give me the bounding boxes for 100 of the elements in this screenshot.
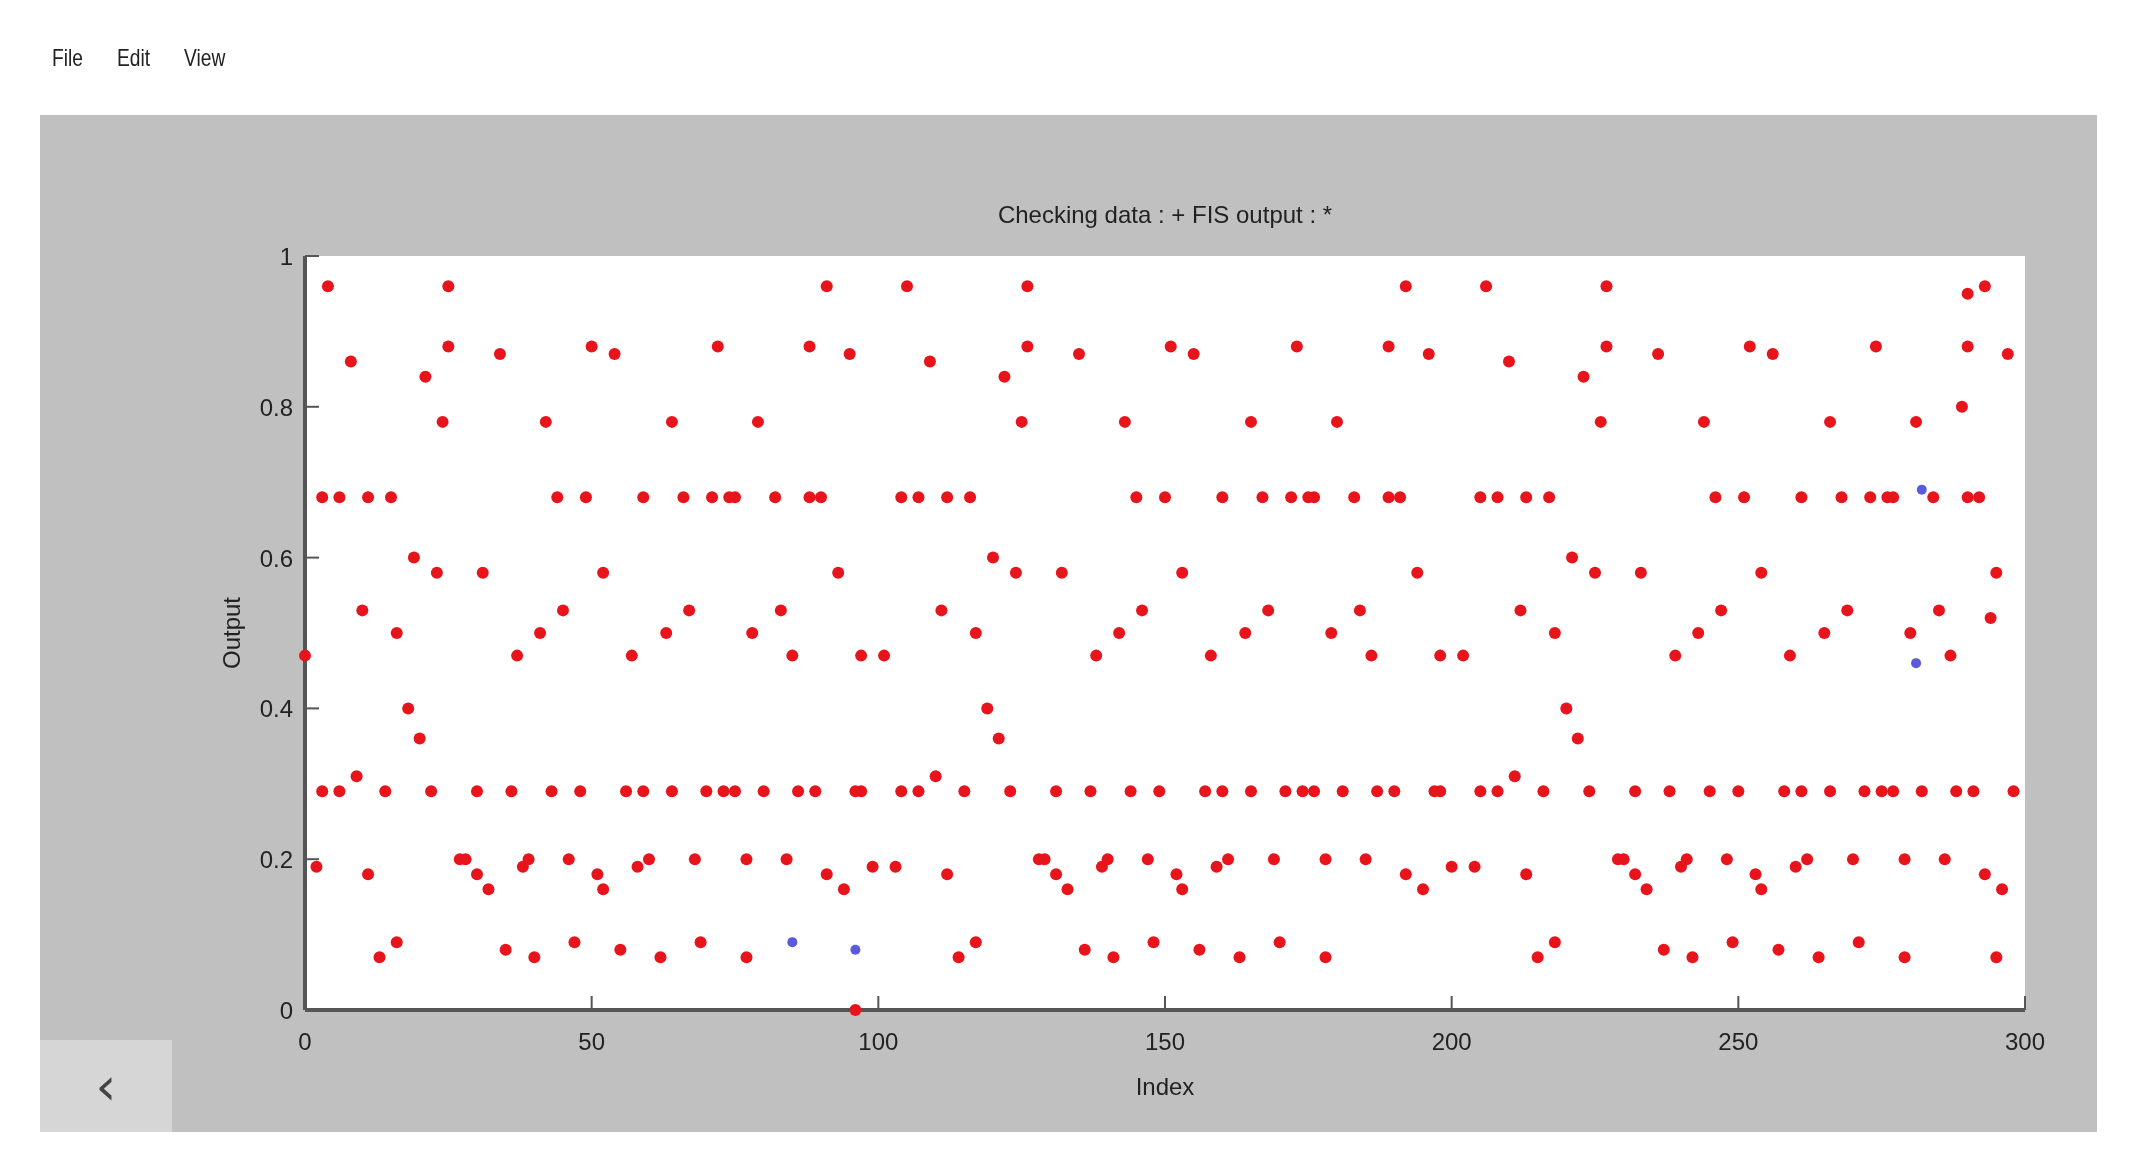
data-point [459, 853, 472, 866]
data-point [350, 770, 363, 783]
data-point [740, 951, 753, 964]
data-point [746, 627, 759, 639]
data-point [1933, 604, 1945, 617]
data-point [820, 868, 833, 881]
data-point [992, 732, 1005, 745]
data-point [1084, 785, 1097, 798]
data-point [1245, 415, 1257, 428]
data-point [493, 348, 506, 360]
data-point [471, 785, 483, 798]
data-point [751, 415, 764, 428]
data-point [786, 649, 799, 662]
data-point [1290, 340, 1303, 353]
data-point [1537, 785, 1550, 798]
data-point [2007, 785, 2020, 798]
data-point [1399, 280, 1412, 293]
data-point [1600, 280, 1613, 293]
data-point [413, 732, 426, 745]
data-point [1113, 627, 1126, 639]
data-point [1686, 951, 1699, 964]
data-point [1652, 348, 1665, 360]
data-point [1474, 785, 1487, 798]
data-point [379, 785, 392, 798]
data-point [654, 951, 667, 964]
data-point [299, 649, 311, 662]
data-point [1577, 370, 1590, 383]
data-point [1961, 340, 1974, 353]
data-point [1130, 491, 1143, 504]
back-button[interactable]: ‹ [40, 1040, 172, 1132]
data-point [1474, 491, 1487, 504]
data-point [557, 604, 569, 617]
data-point [1331, 415, 1343, 428]
data-point [476, 566, 489, 579]
data-point [1141, 853, 1154, 866]
data-point [568, 936, 581, 949]
data-point [1216, 491, 1229, 504]
data-point [1159, 491, 1171, 504]
data-point [551, 491, 564, 504]
data-point [912, 491, 925, 504]
menu-item[interactable]: File [52, 43, 83, 72]
data-point [1726, 936, 1739, 949]
data-point [1503, 355, 1515, 368]
data-point [1348, 491, 1361, 504]
data-point [1887, 491, 1900, 504]
data-point [1050, 785, 1063, 798]
data-point [1984, 611, 1997, 624]
data-point [1566, 551, 1579, 564]
data-point [1422, 348, 1435, 360]
data-point [1709, 491, 1722, 504]
data-point [1531, 951, 1544, 964]
data-point [1176, 883, 1189, 896]
data-point [1795, 491, 1808, 504]
data-point [585, 340, 598, 353]
data-point [1583, 785, 1596, 798]
data-point [998, 370, 1011, 383]
data-point [941, 868, 954, 881]
data-point [1789, 860, 1802, 873]
data-point [1600, 340, 1613, 353]
data-point [511, 649, 524, 662]
data-point [780, 853, 793, 866]
data-point [1910, 415, 1923, 428]
data-point [1199, 785, 1212, 798]
data-point [729, 785, 741, 798]
data-point [1009, 566, 1022, 579]
data-point [1916, 484, 1927, 495]
data-point [1468, 860, 1481, 873]
data-point [849, 1004, 862, 1016]
data-point [637, 785, 650, 798]
data-point [1520, 491, 1533, 504]
data-point [1680, 853, 1693, 866]
data-point [614, 943, 627, 956]
data-point [1749, 868, 1762, 881]
menu-item[interactable]: Edit [116, 43, 150, 72]
tick-label: 0 [298, 1028, 312, 1055]
data-point [1852, 936, 1865, 949]
data-point [912, 785, 925, 798]
data-point [1262, 604, 1275, 617]
data-point [1772, 943, 1785, 956]
data-point [1548, 936, 1561, 949]
data-point [694, 936, 707, 949]
data-point [1308, 491, 1321, 504]
data-point [1978, 280, 1991, 293]
data-point [1061, 883, 1074, 896]
data-point [1697, 415, 1710, 428]
data-point [935, 604, 948, 617]
data-point [1755, 566, 1768, 579]
data-point [1153, 785, 1166, 798]
data-point [2001, 348, 2014, 360]
data-point [597, 883, 610, 896]
data-point [688, 853, 701, 866]
data-point [1669, 649, 1682, 662]
data-point [843, 348, 856, 360]
menu-item[interactable]: View [184, 43, 226, 72]
data-point [1911, 658, 1922, 669]
data-point [1858, 785, 1871, 798]
data-point [425, 785, 438, 798]
data-point [1147, 936, 1160, 949]
data-point [1394, 491, 1407, 504]
data-point [706, 491, 719, 504]
